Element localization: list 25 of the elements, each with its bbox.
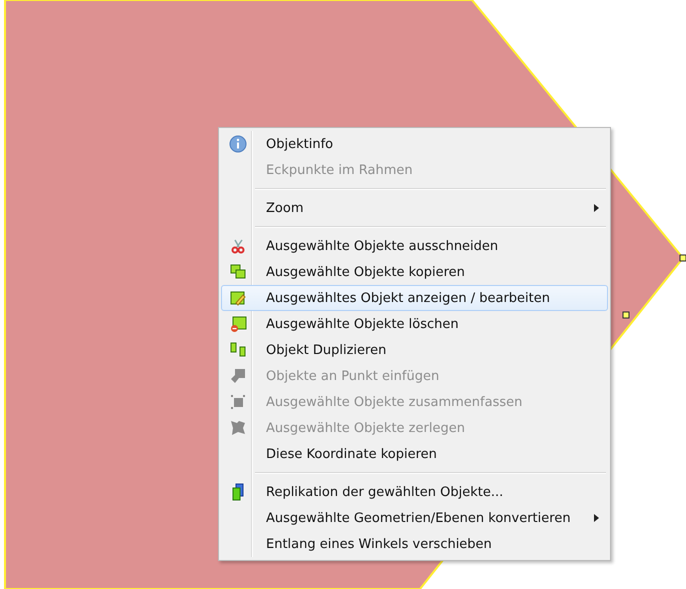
menu-item[interactable]: Ausgewählte Objekte kopieren [221, 259, 608, 285]
split-icon [230, 420, 246, 436]
menu-item[interactable]: Ausgewählte Objekte löschen [221, 311, 608, 337]
menu-item[interactable]: Replikation der gewählten Objekte... [221, 479, 608, 505]
submenu-arrow-icon [594, 514, 599, 522]
menu-item[interactable]: Diese Koordinate kopieren [221, 441, 608, 467]
vertex-handle[interactable] [622, 312, 630, 318]
menu-item[interactable]: Objektinfo [221, 131, 608, 157]
merge-icon [230, 394, 246, 410]
menu-item[interactable]: Zoom [221, 195, 608, 221]
replicate-icon [231, 483, 245, 501]
menu-item[interactable]: Ausgewähltes Objekt anzeigen / bearbeiten [221, 285, 608, 311]
menu-item[interactable]: Ausgewählte Objekte ausschneiden [221, 233, 608, 259]
menu-item[interactable]: Ausgewählte Geometrien/Ebenen konvertieren [221, 505, 608, 531]
duplicate-icon [230, 342, 246, 358]
menu-item[interactable]: Objekt Duplizieren [221, 337, 608, 363]
vertex-handle[interactable] [680, 254, 686, 262]
edit-icon [230, 290, 246, 306]
submenu-arrow-icon [594, 204, 599, 212]
menu-item[interactable]: Entlang eines Winkels verschieben [221, 531, 608, 557]
delete-icon [230, 316, 246, 332]
scissors-icon [230, 238, 246, 254]
info-icon [229, 135, 247, 153]
copy-icon [230, 264, 246, 280]
paste-icon [230, 368, 246, 384]
